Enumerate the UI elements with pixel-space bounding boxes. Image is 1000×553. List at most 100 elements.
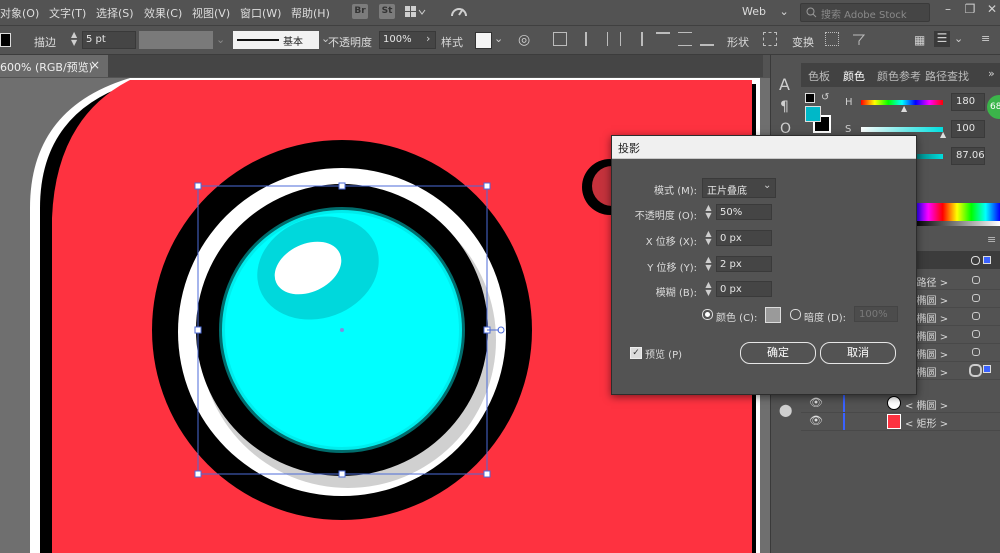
menu-effect[interactable]: 效果(C) xyxy=(144,5,182,21)
shape-label[interactable]: 形状 xyxy=(727,34,749,50)
hue-slider-thumb[interactable]: ▲ xyxy=(901,104,907,113)
panel-layout-icon[interactable]: ▦ xyxy=(914,33,925,47)
layer-selected-indicator[interactable] xyxy=(983,256,991,264)
layer-target-icon[interactable] xyxy=(969,364,982,377)
chevron-down-icon[interactable]: ⌄ xyxy=(494,32,503,45)
align-bottom-icon[interactable] xyxy=(700,32,714,46)
saturation-slider[interactable] xyxy=(861,127,943,132)
stroke-swatch[interactable] xyxy=(0,33,11,47)
chevron-right-icon[interactable]: › xyxy=(426,32,430,45)
layer-target-icon[interactable] xyxy=(971,256,980,265)
workspace-label: Web xyxy=(742,5,766,18)
default-colors-icon[interactable] xyxy=(805,93,815,103)
cancel-button[interactable]: 取消 xyxy=(820,342,896,364)
chevron-down-icon[interactable]: ⌄ xyxy=(954,32,963,45)
menu-select[interactable]: 选择(S) xyxy=(96,5,134,21)
s-input[interactable]: 100 xyxy=(951,120,985,138)
stroke-weight-input[interactable]: 5 pt xyxy=(82,31,136,49)
mode-select[interactable]: 正片叠底 ⌄ xyxy=(702,178,776,198)
opacity-stepper-icon[interactable]: ▲ ▼ xyxy=(704,204,713,220)
opacity-input[interactable]: 50% xyxy=(716,204,772,220)
b-input[interactable]: 87.06 xyxy=(951,147,985,165)
close-window-button[interactable]: ✕ xyxy=(980,2,1000,19)
blur-input[interactable]: 0 px xyxy=(716,281,772,297)
menu-view[interactable]: 视图(V) xyxy=(192,5,230,21)
y-offset-label: Y 位移 (Y): xyxy=(647,263,697,274)
eye-icon[interactable]: 👁 xyxy=(809,396,823,409)
eye-icon[interactable]: 👁 xyxy=(809,414,823,427)
layer-target-icon[interactable] xyxy=(972,312,980,320)
layer-target-icon[interactable] xyxy=(972,348,980,356)
layer-row[interactable]: 👁 < 矩形 > xyxy=(801,413,1000,431)
graphic-style-swatch[interactable] xyxy=(475,32,492,49)
chevron-down-icon: ⌄ xyxy=(763,180,772,191)
color-spectrum[interactable] xyxy=(914,203,1000,221)
layer-target-icon[interactable] xyxy=(972,294,980,302)
workspace-switcher[interactable]: Web ⌄ xyxy=(742,5,789,18)
arrange-documents-icon[interactable] xyxy=(405,5,426,19)
transform-each-icon[interactable] xyxy=(825,32,839,46)
align-center-icon[interactable] xyxy=(607,32,621,46)
stock-button[interactable]: St xyxy=(379,4,395,19)
arrange-menu-icon[interactable]: ☰ xyxy=(934,31,950,47)
recolor-artwork-icon[interactable]: ◎ xyxy=(518,32,530,48)
shape-bounds-icon[interactable] xyxy=(763,32,777,46)
brush-definition[interactable]: 基本 xyxy=(233,31,319,49)
stroke-label[interactable]: 描边 xyxy=(34,34,56,50)
layer-row[interactable]: 👁 < 椭圆 > xyxy=(801,395,1000,413)
panel-menu-icon[interactable]: ≡ xyxy=(981,32,990,45)
menu-window[interactable]: 窗口(W) xyxy=(240,5,281,21)
x-offset-stepper-icon[interactable]: ▲ ▼ xyxy=(704,230,713,246)
fill-color-swatch[interactable] xyxy=(805,106,821,122)
restore-button[interactable]: ❐ xyxy=(958,2,982,19)
variable-width-profile[interactable] xyxy=(139,31,213,49)
character-panel-icon[interactable]: A xyxy=(779,75,790,94)
align-to-selection-icon[interactable] xyxy=(553,32,567,46)
align-middle-icon[interactable] xyxy=(678,32,692,46)
stroke-stepper-icon[interactable]: ▲ ▼ xyxy=(71,31,77,47)
darkness-input: 100% xyxy=(854,306,898,322)
close-tab-icon[interactable]: × xyxy=(90,58,100,72)
gpu-performance-icon[interactable] xyxy=(450,4,468,20)
opacity-label[interactable]: 不透明度 xyxy=(328,34,372,50)
transform-label[interactable]: 变换 xyxy=(792,34,814,50)
menu-object[interactable]: 对象(O) xyxy=(0,5,39,21)
document-tab[interactable]: 600% (RGB/预览) × xyxy=(0,55,108,77)
dialog-title-bar[interactable]: 投影 xyxy=(612,136,916,159)
menu-help[interactable]: 帮助(H) xyxy=(291,5,330,21)
align-top-icon[interactable] xyxy=(656,32,670,46)
tab-color-guide[interactable]: 颜色参考 xyxy=(877,68,921,84)
tab-pathfinder[interactable]: 路径查找 xyxy=(925,68,969,84)
blur-stepper-icon[interactable]: ▲ ▼ xyxy=(704,281,713,297)
darkness-radio[interactable] xyxy=(790,309,801,320)
shadow-color-swatch[interactable] xyxy=(765,307,781,323)
layers-tool-icon[interactable]: ⬤ xyxy=(779,403,792,417)
menu-type[interactable]: 文字(T) xyxy=(49,5,86,21)
paragraph-panel-icon[interactable]: ¶ xyxy=(780,99,789,115)
isolate-icon[interactable] xyxy=(852,32,866,46)
layer-target-icon[interactable] xyxy=(972,330,980,338)
tab-swatches[interactable]: 色板 xyxy=(808,68,830,84)
brightness-slider[interactable] xyxy=(916,154,943,159)
bridge-button[interactable]: Br xyxy=(352,4,368,19)
stock-search-field[interactable]: 搜索 Adobe Stock xyxy=(800,3,930,22)
y-offset-input[interactable]: 2 px xyxy=(716,256,772,272)
saturation-slider-thumb[interactable]: ▲ xyxy=(940,130,946,139)
ok-button[interactable]: 确定 xyxy=(740,342,816,364)
minimize-button[interactable]: – xyxy=(936,2,960,19)
panel-menu-icon[interactable]: ≡ xyxy=(987,233,996,246)
h-input[interactable]: 180 xyxy=(951,93,985,111)
align-left-icon[interactable] xyxy=(585,32,599,46)
preview-checkbox[interactable]: ✓ xyxy=(630,347,642,359)
align-right-icon[interactable] xyxy=(629,32,643,46)
panel-close-icon[interactable]: » xyxy=(988,67,995,80)
grayscale-ramp[interactable] xyxy=(914,221,1000,226)
swap-colors-icon[interactable]: ↺ xyxy=(821,92,829,103)
tab-color[interactable]: 颜色 xyxy=(843,68,865,84)
y-offset-stepper-icon[interactable]: ▲ ▼ xyxy=(704,256,713,272)
x-offset-input[interactable]: 0 px xyxy=(716,230,772,246)
layer-selected-indicator[interactable] xyxy=(983,365,991,373)
color-radio[interactable] xyxy=(702,309,713,320)
layer-target-icon[interactable] xyxy=(972,276,980,284)
darkness-label: 暗度 (D): xyxy=(804,313,847,324)
